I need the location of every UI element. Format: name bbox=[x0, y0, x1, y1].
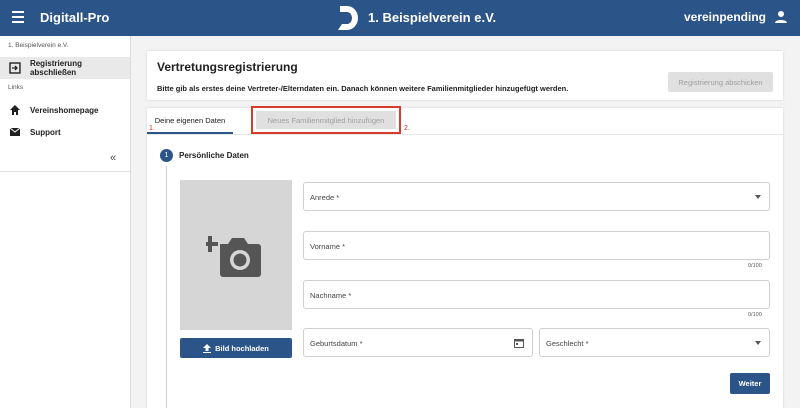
tab-add-family-member[interactable]: Neues Familienmitglied hinzufügen bbox=[256, 111, 396, 129]
page-title: Vertretungsregistrierung bbox=[157, 60, 298, 74]
sidebar-item-label: Registrierung abschließen bbox=[29, 59, 82, 77]
gender-select[interactable]: Geschlecht * bbox=[539, 328, 770, 357]
stepper-line bbox=[166, 166, 167, 408]
app-title[interactable]: Digitall-Pro bbox=[40, 10, 109, 25]
registration-form-card: Deine eigenen Daten 1. Neues Familienmit… bbox=[147, 106, 783, 408]
tabs-divider bbox=[147, 134, 783, 135]
first-name-label: Vorname * bbox=[310, 242, 346, 251]
username[interactable]: vereinpending bbox=[684, 10, 766, 24]
last-name-input[interactable]: Nachname * bbox=[303, 280, 770, 309]
birthdate-input[interactable]: Geburtsdatum * bbox=[303, 328, 533, 357]
sidebar-item-homepage[interactable]: Vereinshomepage bbox=[0, 99, 130, 121]
sidebar-item-label: Support bbox=[30, 127, 61, 137]
step-label: Persönliche Daten bbox=[179, 151, 249, 160]
salutation-label: Anrede * bbox=[310, 193, 340, 202]
step-number-badge: 1 bbox=[160, 149, 173, 162]
upload-icon bbox=[203, 343, 212, 353]
club-logo-icon bbox=[338, 6, 358, 30]
sidebar-item-label: Vereinshomepage bbox=[30, 105, 99, 115]
highlight-box: Neues Familienmitglied hinzufügen bbox=[251, 106, 401, 134]
last-name-char-counter: 0/100 bbox=[748, 312, 762, 318]
upload-image-button[interactable]: Bild hochladen bbox=[180, 338, 292, 358]
submit-registration-button[interactable]: Registrierung abschicken bbox=[668, 72, 773, 92]
hamburger-menu-icon[interactable] bbox=[12, 11, 24, 23]
sidebar-section-links: Links bbox=[8, 84, 24, 91]
sidebar: 1. Beispielverein e.V. Registrierung abs… bbox=[0, 36, 131, 408]
profile-photo-placeholder[interactable] bbox=[180, 180, 292, 330]
top-app-bar: Digitall-Pro 1. Beispielverein e.V. vere… bbox=[0, 0, 800, 36]
collapse-sidebar-icon[interactable]: « bbox=[110, 152, 116, 164]
sidebar-item-support[interactable]: Support bbox=[0, 121, 130, 143]
support-mail-icon bbox=[9, 127, 21, 136]
sidebar-divider bbox=[0, 171, 130, 172]
home-icon bbox=[10, 105, 20, 115]
registration-header-card: Vertretungsregistrierung Bitte gib als e… bbox=[147, 51, 783, 100]
first-name-char-counter: 0/100 bbox=[748, 263, 762, 269]
last-name-label: Nachname * bbox=[310, 291, 352, 300]
sidebar-section-club: 1. Beispielverein e.V. bbox=[8, 42, 69, 49]
salutation-select[interactable]: Anrede * bbox=[303, 182, 770, 211]
dropdown-arrow-icon bbox=[755, 195, 761, 199]
birthdate-label: Geburtsdatum * bbox=[310, 339, 363, 348]
upload-button-label: Bild hochladen bbox=[215, 343, 269, 353]
account-icon[interactable] bbox=[774, 10, 788, 24]
sidebar-item-register[interactable]: Registrierung abschließen bbox=[0, 57, 130, 79]
page-subtitle: Bitte gib als erstes deine Vertreter-/El… bbox=[157, 84, 569, 93]
login-icon bbox=[9, 62, 21, 74]
gender-label: Geschlecht * bbox=[546, 339, 589, 348]
tab-annotation-1: 1. bbox=[149, 125, 155, 132]
next-button[interactable]: Weiter bbox=[730, 373, 770, 394]
dropdown-arrow-icon bbox=[755, 341, 761, 345]
club-name: 1. Beispielverein e.V. bbox=[368, 10, 497, 25]
tab-own-data[interactable]: Deine eigenen Daten bbox=[147, 108, 233, 134]
add-photo-icon bbox=[206, 236, 261, 277]
tab-annotation-2: 2. bbox=[404, 125, 410, 132]
first-name-input[interactable]: Vorname * bbox=[303, 231, 770, 260]
calendar-icon[interactable] bbox=[514, 338, 524, 348]
